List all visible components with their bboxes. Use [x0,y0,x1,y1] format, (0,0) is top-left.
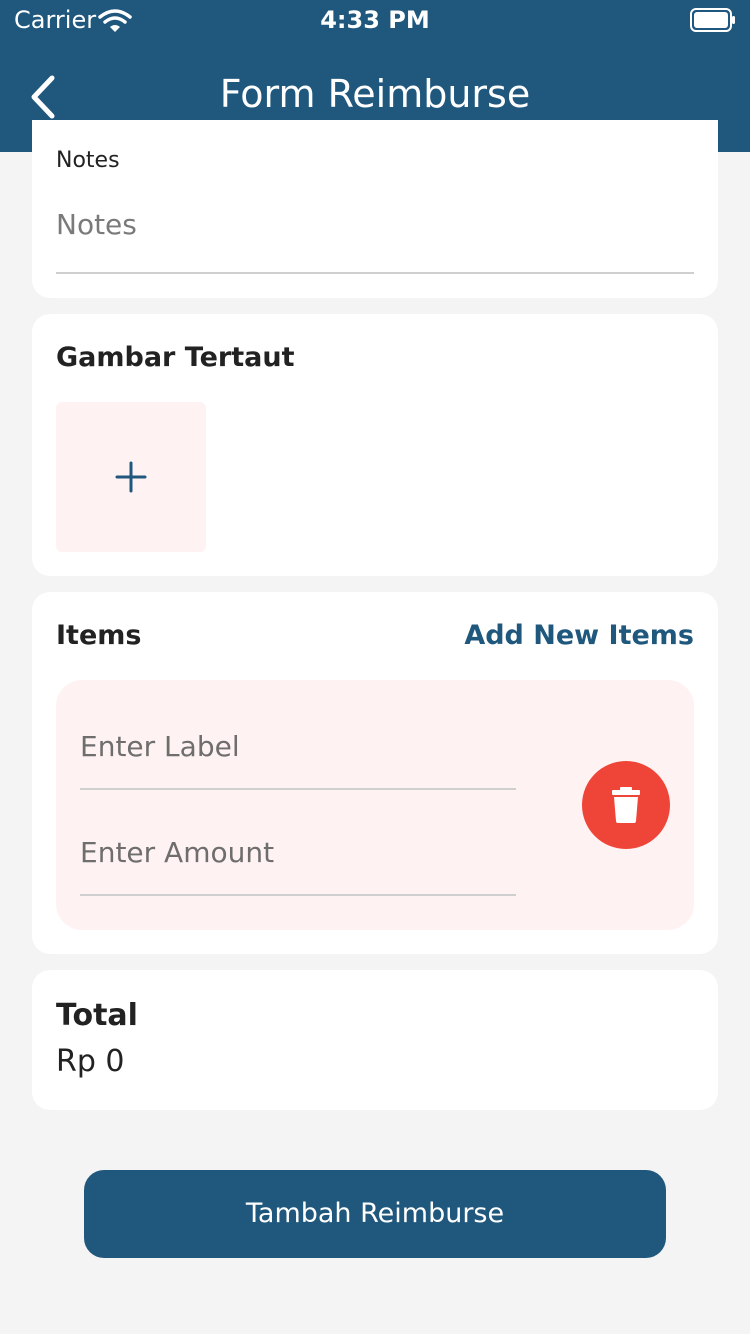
items-card: Items Add New Items Enter Label Enter Am… [32,592,718,954]
item-label-input[interactable]: Enter Label [80,710,516,790]
trash-icon [612,787,640,823]
item-entry: Enter Label Enter Amount [56,680,694,930]
items-title: Items [56,620,142,651]
notes-placeholder: Notes [56,208,137,241]
total-card: Total Rp 0 [32,970,718,1110]
attached-images-title: Gambar Tertaut [56,342,295,373]
item-label-placeholder: Enter Label [80,730,240,763]
item-amount-placeholder: Enter Amount [80,836,275,869]
total-label: Total [56,998,138,1033]
battery-icon [690,8,735,32]
notes-input[interactable]: Notes [56,202,694,274]
delete-item-button[interactable] [582,761,670,849]
item-amount-input[interactable]: Enter Amount [80,816,516,896]
notes-label: Notes [56,148,120,173]
status-time: 4:33 PM [320,6,430,34]
plus-icon [115,461,147,493]
attached-images-card: Gambar Tertaut [32,314,718,576]
total-value: Rp 0 [56,1044,125,1079]
add-image-button[interactable] [56,402,206,552]
add-new-items-button[interactable]: Add New Items [464,620,694,651]
page-title: Form Reimburse [219,72,531,116]
notes-card: Notes Notes [32,120,718,298]
submit-reimburse-button[interactable]: Tambah Reimburse [84,1170,666,1258]
status-bar: Carrier 4:33 PM [0,0,750,40]
